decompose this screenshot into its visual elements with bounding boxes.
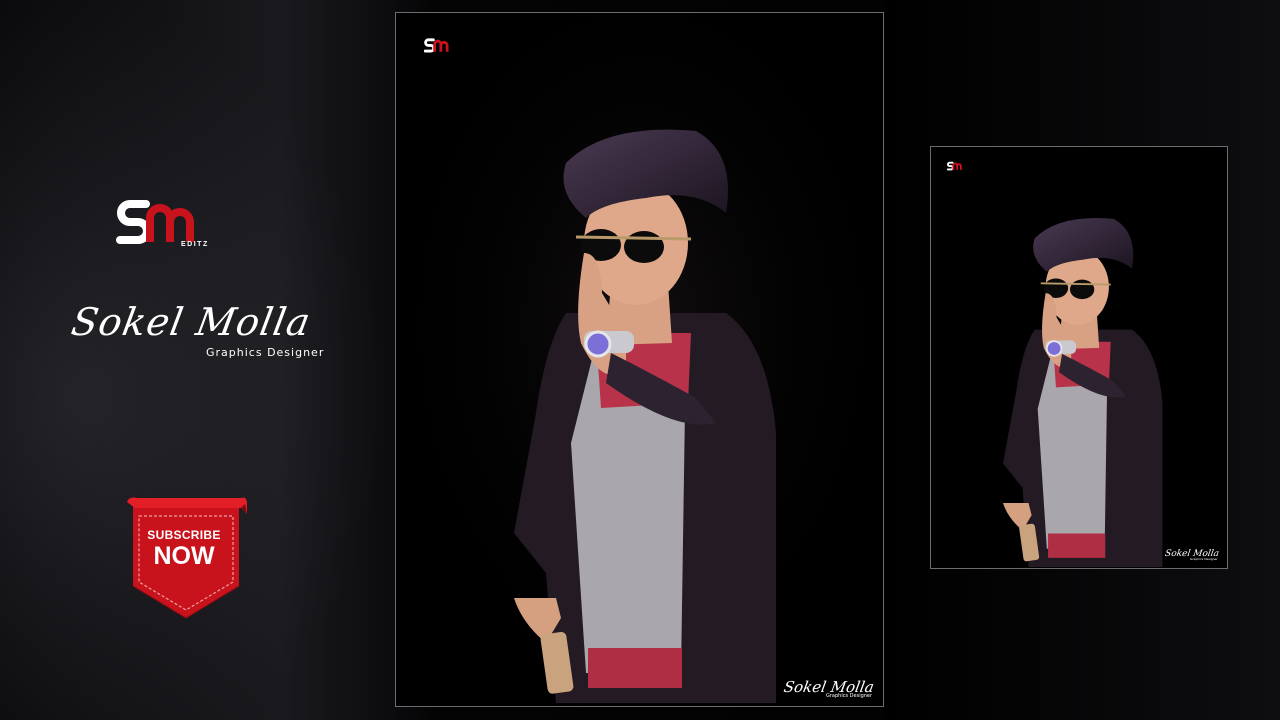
thumbnail-canvas: EDITZ Sokel Molla Graphics Designer SUBS… xyxy=(0,0,1280,720)
signature-role: Graphics Designer xyxy=(206,346,325,359)
subscribe-now-button[interactable]: SUBSCRIBE NOW xyxy=(127,496,249,620)
poster-signature-name: Sokel Molla xyxy=(782,678,876,696)
brand-logo: EDITZ xyxy=(116,196,212,258)
thumb-portrait-figure xyxy=(1003,218,1163,567)
poster-signature: Sokel Molla Graphics Designer xyxy=(782,678,876,699)
portrait-figure xyxy=(396,13,883,706)
sm-logo-icon xyxy=(116,200,194,244)
subscribe-label: SUBSCRIBE xyxy=(147,528,221,542)
logo-tagline: EDITZ xyxy=(181,241,209,248)
thumb-signature-name: Sokel Molla xyxy=(1164,549,1220,559)
thumb-signature: Sokel Molla Graphics Designer xyxy=(1164,549,1220,561)
main-poster-preview: Sokel Molla Graphics Designer xyxy=(395,12,884,707)
designer-signature: Sokel Molla Graphics Designer xyxy=(68,300,332,370)
thumbnail-poster-preview: Sokel Molla Graphics Designer xyxy=(930,146,1228,569)
signature-name: Sokel Molla xyxy=(68,300,315,344)
now-label: NOW xyxy=(153,542,215,570)
